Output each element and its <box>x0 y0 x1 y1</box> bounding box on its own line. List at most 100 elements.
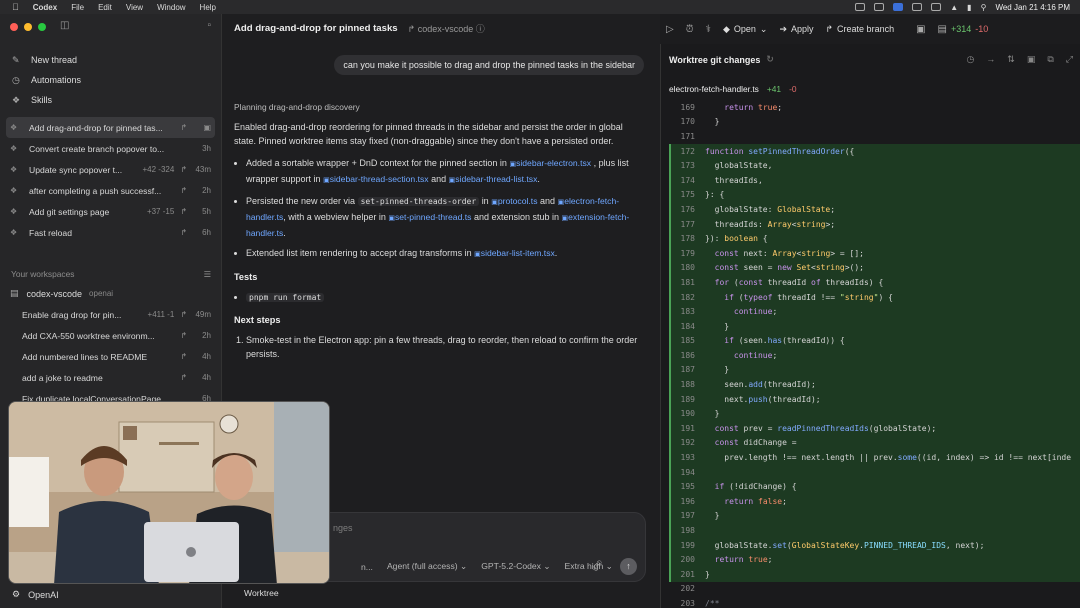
pin-icon: ❖ <box>10 165 18 174</box>
code-view[interactable]: 169 return true; 170 } 171 172 function setP… <box>669 100 1080 608</box>
play-icon[interactable]: ▷ <box>666 24 674 35</box>
zoom-window-button[interactable] <box>38 23 46 31</box>
file-link[interactable]: sidebar-electron.tsx <box>509 158 591 168</box>
refresh-icon[interactable]: ↻ <box>766 54 774 65</box>
line-text: /** <box>705 598 720 608</box>
pinned-thread[interactable]: ❖ Update sync popover t... +42 -324 ↱ 43… <box>6 159 215 180</box>
mic-icon[interactable]: 🎤︎ <box>591 560 605 574</box>
status-icon[interactable] <box>874 3 885 11</box>
sidebar-footer[interactable]: ⚙ OpenAI <box>12 589 59 600</box>
line-text: } <box>705 117 720 127</box>
code-line: 201} <box>669 567 1080 582</box>
open-button[interactable]: ◆ Open ⌄ <box>723 24 768 35</box>
line-number: 181 <box>680 277 695 287</box>
apply-button[interactable]: ➔ Apply <box>779 24 813 35</box>
sort-icon[interactable]: ⇅ <box>1007 54 1015 65</box>
menu-file[interactable]: File <box>71 3 84 12</box>
file-link[interactable]: sidebar-thread-list.tsx <box>449 174 538 184</box>
clock[interactable]: Wed Jan 21 4:16 PM <box>995 3 1070 12</box>
app-menu[interactable]: Codex <box>33 3 57 12</box>
minimize-window-button[interactable] <box>24 23 32 31</box>
thread-time: 6h <box>202 228 211 237</box>
alarm-icon[interactable]: ⏰︎ <box>686 24 694 35</box>
file-link[interactable]: sidebar-list-item.tsx <box>474 248 555 258</box>
thread-time: 2h <box>202 331 211 340</box>
create-branch-button[interactable]: ↱ Create branch <box>826 24 895 35</box>
new-window-icon[interactable]: ▫ <box>207 20 211 31</box>
composer-placeholder[interactable]: nges <box>333 523 353 533</box>
file-link[interactable]: set-pinned-thread.ts <box>388 212 471 222</box>
workspace-row[interactable]: ▤ codex-vscode openai <box>10 288 113 299</box>
workspace-thread[interactable]: Add numbered lines to README ↱ 4h <box>22 346 215 367</box>
text: Extended list item rendering to accept d… <box>246 248 472 258</box>
planning-status[interactable]: Planning drag-and-drop discovery <box>234 100 644 114</box>
workspace-thread[interactable]: add a joke to readme ↱ 4h <box>22 367 215 388</box>
text: Added a sortable wrapper + DnD context f… <box>246 158 507 168</box>
repo-label[interactable]: ↱ codex-vscode ⓘ <box>408 22 485 35</box>
close-window-button[interactable] <box>10 23 18 31</box>
expand-icon[interactable]: ⤢ <box>1066 54 1073 65</box>
history-icon[interactable]: ◷ <box>966 54 974 65</box>
line-text: } <box>705 321 730 331</box>
thread-time: 3h <box>202 144 211 153</box>
apple-icon[interactable]:  <box>12 2 19 12</box>
menu-window[interactable]: Window <box>157 3 185 12</box>
status-icon[interactable] <box>855 3 866 11</box>
search-icon[interactable]: ⚲ <box>981 3 987 12</box>
permission-select[interactable]: Agent (full access) ⌄ <box>387 561 467 572</box>
branch-icon: ↱ <box>825 23 834 34</box>
forward-icon[interactable]: → <box>986 54 995 65</box>
composer-option[interactable]: n... <box>361 562 373 572</box>
menu-help[interactable]: Help <box>200 3 216 12</box>
code-line: 171 <box>669 129 1080 144</box>
filter-icon[interactable]: ☰ <box>203 269 211 279</box>
workspace-thread[interactable]: Add CXA-550 worktree environm... ↱ 2h <box>22 325 215 346</box>
menu-edit[interactable]: Edit <box>98 3 112 12</box>
terminal-icon[interactable]: ▣ <box>916 24 925 35</box>
file-link[interactable]: protocol.ts <box>491 196 537 206</box>
text: and <box>431 174 447 184</box>
sidebar-item-skills[interactable]: ❖ Skills <box>8 90 213 110</box>
workspace-thread[interactable]: Enable drag drop for pin... +411 -1 ↱ 49… <box>22 304 215 325</box>
diff-panel: Worktree git changes ↻ ◷ → ⇅ ▣ ⧉ ⤢ elect… <box>660 44 1080 608</box>
pinned-thread[interactable]: ❖ Add git settings page +37 -15 ↱ 5h <box>6 201 215 222</box>
status-icon[interactable] <box>931 3 942 11</box>
sidebar-item-new-thread[interactable]: ✎ New thread <box>8 50 213 70</box>
sidebar-item-label: Automations <box>31 75 82 85</box>
pinned-thread[interactable]: ❖ Add drag-and-drop for pinned tas... ↱ … <box>6 117 215 138</box>
status-icon[interactable] <box>912 3 923 11</box>
pinned-thread[interactable]: ❖ Convert create branch popover to... 3h <box>6 138 215 159</box>
pin-icon: ❖ <box>10 207 18 216</box>
line-text: }): boolean { <box>705 234 768 244</box>
diff-toggle[interactable]: ▤ +314 -10 <box>938 24 989 35</box>
reasoning-select[interactable]: Extra high ⌄ <box>565 561 613 572</box>
line-number: 180 <box>680 263 695 273</box>
archive-icon[interactable]: ▣ <box>195 123 211 132</box>
line-text: threadIds, <box>705 175 763 185</box>
sidebar-item-automations[interactable]: ◷ Automations <box>8 70 213 90</box>
copy-icon[interactable]: ⧉ <box>1047 54 1053 65</box>
worktree-label[interactable]: Worktree <box>244 588 279 598</box>
screen-share-icon[interactable] <box>893 3 904 11</box>
file-header[interactable]: electron-fetch-handler.ts +41 -0 <box>669 84 797 94</box>
file-link[interactable]: sidebar-thread-section.tsx <box>323 174 429 184</box>
toggle-sidebar-icon[interactable]: ◫ <box>60 20 69 31</box>
branch-icon: ↱ <box>180 331 187 340</box>
pinned-thread[interactable]: ❖ after completing a push successf... ↱ … <box>6 180 215 201</box>
code-line: 196 return false; <box>669 494 1080 509</box>
flask-icon[interactable]: ⚕ <box>706 24 711 35</box>
line-number: 177 <box>680 219 695 229</box>
line-number: 171 <box>680 131 695 141</box>
layout-icon[interactable]: ▣ <box>1027 54 1036 65</box>
menu-view[interactable]: View <box>126 3 143 12</box>
send-button[interactable]: ↑ <box>620 558 637 575</box>
thread-title: Add numbered lines to README <box>22 351 148 362</box>
model-select[interactable]: GPT-5.2-Codex ⌄ <box>481 561 550 572</box>
pinned-thread[interactable]: ❖ Fast reload ↱ 6h <box>6 222 215 243</box>
line-number: 172 <box>680 146 695 156</box>
wifi-icon[interactable]: ▲ <box>950 3 958 12</box>
line-number: 194 <box>680 467 695 477</box>
select-value: GPT-5.2-Codex <box>481 561 541 571</box>
battery-icon[interactable]: ▮ <box>967 3 971 12</box>
workspace-threads: Enable drag drop for pin... +411 -1 ↱ 49… <box>22 304 215 409</box>
